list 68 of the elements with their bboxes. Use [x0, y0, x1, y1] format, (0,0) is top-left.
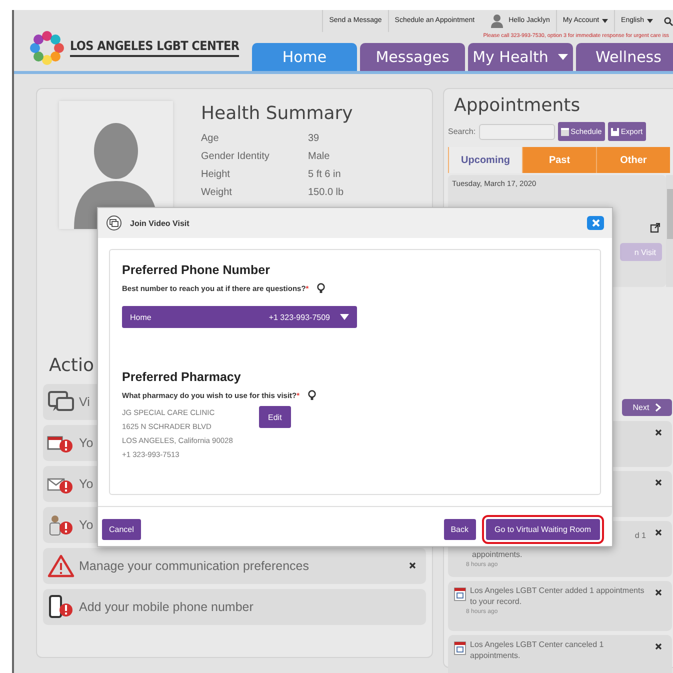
action-text: Yo — [79, 477, 94, 491]
nav-tab[interactable]: Home — [252, 43, 357, 71]
search-label: Search: — [448, 127, 476, 136]
next-button[interactable]: Next — [622, 399, 672, 416]
person-alert-icon — [47, 513, 75, 537]
chat-bubbles-icon — [47, 390, 75, 414]
warning-icon — [47, 554, 75, 578]
user-icon — [490, 14, 503, 28]
field-value: 150.0 lb — [308, 186, 344, 200]
logo-icon — [30, 30, 64, 64]
field-value: Male — [308, 150, 330, 164]
phone-select[interactable]: Home +1 323-993-7509 — [122, 306, 357, 328]
calendar-icon — [454, 641, 466, 655]
footer-button[interactable]: Cancel — [102, 519, 141, 540]
calendar-icon — [560, 128, 569, 136]
footer-button[interactable]: Go to Virtual Waiting Room — [486, 519, 600, 540]
close-icon — [592, 219, 600, 227]
chevron-right-icon — [655, 403, 662, 412]
field-label: Gender Identity — [201, 150, 270, 164]
notification-text: appointments. — [472, 549, 522, 560]
edit-button[interactable]: Edit — [258, 406, 291, 428]
close-icon[interactable] — [655, 589, 662, 596]
footer-button[interactable]: Back — [444, 519, 476, 540]
video-chat-icon — [106, 215, 122, 231]
close-icon[interactable] — [655, 429, 662, 436]
action-item[interactable]: Manage your communication preferences — [43, 548, 426, 584]
action-text: Yo — [79, 436, 94, 450]
search-field[interactable] — [478, 124, 555, 140]
save-icon — [610, 128, 619, 136]
notification-text: Los Angeles LGBT Center added 1 appointments to your record. — [470, 585, 646, 607]
close-icon[interactable] — [655, 479, 662, 486]
field-label: Weight — [201, 186, 233, 200]
close-icon[interactable] — [409, 562, 416, 569]
close-icon[interactable] — [655, 529, 662, 536]
action-text: Add your mobile phone number — [79, 600, 254, 614]
action-item[interactable]: Add your mobile phone number — [43, 589, 426, 625]
notification-text: d 1 — [634, 531, 646, 540]
field-label: Height — [201, 168, 231, 182]
nav-tab[interactable]: Wellness — [576, 43, 673, 71]
scrollbar[interactable] — [666, 175, 673, 287]
action-text: Yo — [79, 518, 94, 532]
external-link-icon[interactable] — [650, 223, 660, 233]
close-button[interactable] — [587, 216, 604, 230]
field-value: 39 — [308, 132, 320, 146]
field-label: Age — [201, 132, 220, 146]
caret-icon — [647, 19, 653, 23]
nav-tab[interactable]: Messages — [360, 43, 465, 71]
close-icon[interactable] — [655, 643, 662, 650]
caret-icon — [340, 314, 349, 320]
calendar-icon — [454, 587, 466, 601]
logo-text[interactable]: LOS ANGELES LGBT CENTER — [70, 38, 240, 57]
caret-icon — [558, 54, 568, 60]
caret-icon — [602, 19, 608, 23]
action-text: Manage your communication preferences — [79, 559, 309, 573]
section-heading: Preferred Pharmacy — [122, 370, 242, 384]
phone-alert-icon — [47, 595, 75, 619]
lightbulb-icon[interactable] — [308, 390, 316, 401]
section-heading: Preferred Phone Number — [122, 263, 271, 277]
section-title: Health Summary — [201, 103, 353, 124]
action-text: Vi — [79, 395, 90, 409]
field-value: 5 ft 6 in — [308, 168, 341, 182]
search-icon[interactable] — [664, 16, 673, 26]
lightbulb-icon[interactable] — [316, 283, 325, 294]
nav-tab[interactable]: My Health — [468, 43, 573, 71]
section-title: Appointments — [454, 95, 582, 116]
section-title: Actio — [49, 355, 95, 376]
dialog-title: Join Video Visit — [130, 218, 190, 228]
notification-text: Los Angeles LGBT Center canceled 1 appointments. — [470, 639, 605, 661]
